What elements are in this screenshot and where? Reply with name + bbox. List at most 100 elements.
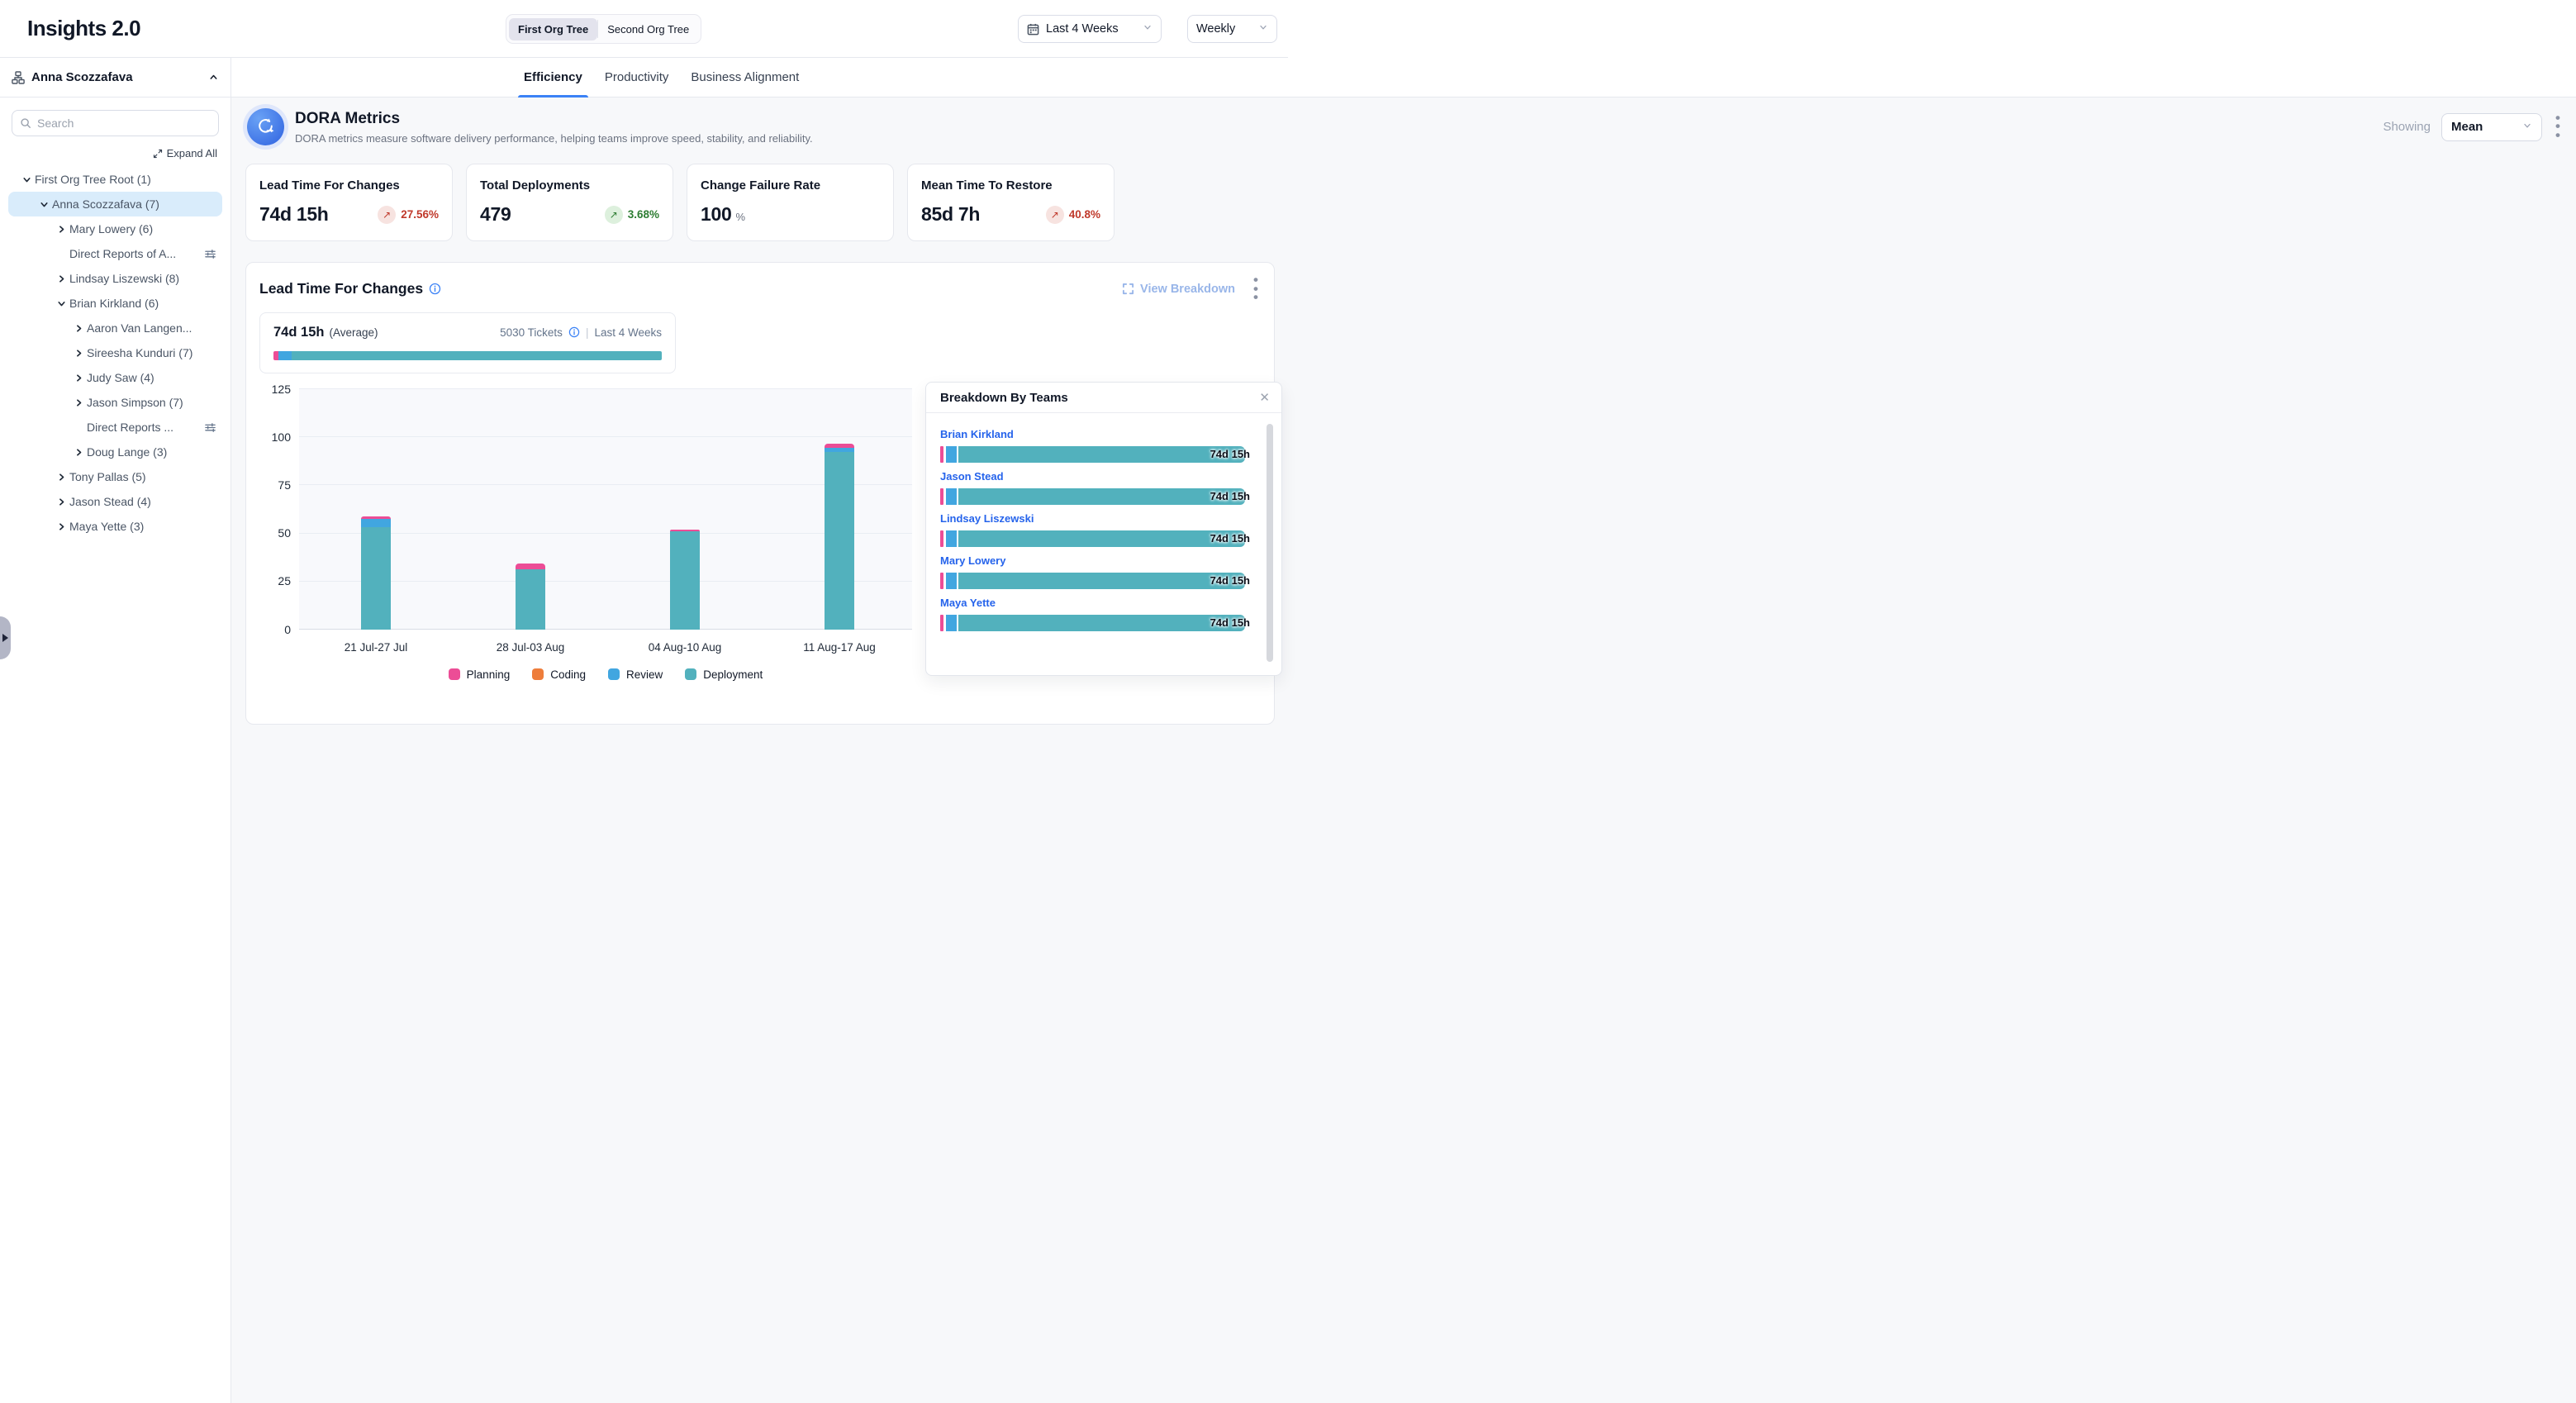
gridline-25 [299, 581, 912, 582]
filter-sliders-icon[interactable] [204, 248, 216, 260]
chevron-down-icon[interactable] [19, 174, 35, 185]
chevron-down-icon[interactable] [36, 199, 52, 210]
tree-item-judy-saw[interactable]: Judy Saw (4) [8, 365, 222, 390]
bar-segment-deployment [825, 452, 854, 629]
tab-efficiency[interactable]: Efficiency [524, 70, 582, 84]
breakdown-value: 74d 15h [1210, 574, 1250, 587]
chevron-right-icon[interactable] [54, 521, 69, 532]
info-icon[interactable] [568, 326, 580, 338]
chevron-right-icon[interactable] [54, 273, 69, 284]
chevron-right-icon[interactable] [71, 348, 87, 359]
breakdown-team-link[interactable]: Jason Stead [940, 470, 1245, 483]
dora-controls: Showing Mean ••• [2383, 113, 2563, 141]
breakdown-value: 74d 15h [1210, 616, 1250, 629]
metric-card-value: 479 [480, 203, 511, 226]
lead-time-title: Lead Time For Changes [259, 280, 441, 297]
chevron-right-icon[interactable] [71, 397, 87, 408]
chevron-down-icon[interactable] [54, 298, 69, 309]
tree-item-mary-lowery[interactable]: Mary Lowery (6) [8, 216, 222, 241]
tree-item-brian-kirkland[interactable]: Brian Kirkland (6) [8, 291, 222, 316]
expand-all-button[interactable]: Expand All [0, 147, 231, 159]
breakdown-team-link[interactable]: Maya Yette [940, 597, 1245, 609]
metric-card-title: Lead Time For Changes [259, 178, 439, 193]
tree-item-direct-reports[interactable]: Direct Reports ... [8, 415, 222, 440]
granularity-select[interactable]: Weekly [1187, 15, 1277, 43]
org-tree-sidebar: Anna Scozzafava Expand All First Org Tre… [0, 58, 231, 1403]
breakdown-scrollbar[interactable] [1267, 424, 1273, 662]
metric-change-value: 3.68% [628, 208, 659, 221]
tree-item-label: Direct Reports of A... [69, 247, 176, 260]
info-icon[interactable] [429, 283, 441, 295]
date-range-select[interactable]: Last 4 Weeks [1018, 15, 1162, 43]
breakdown-by-teams-panel: Breakdown By Teams ✕ Brian Kirkland74d 1… [925, 382, 1282, 676]
y-axis-tick-125: 125 [259, 383, 291, 396]
chevron-right-icon[interactable] [54, 224, 69, 235]
triangle-right-icon [2, 634, 8, 642]
breakdown-row-mary-lowery: Mary Lowery74d 15h [940, 554, 1245, 589]
filter-sliders-icon[interactable] [204, 421, 216, 434]
tab-bar: Efficiency Productivity Business Alignme… [231, 58, 2576, 97]
tree-item-anna-scozzafava[interactable]: Anna Scozzafava (7) [8, 192, 222, 216]
dora-header: DORA Metrics DORA metrics measure softwa… [245, 108, 2563, 145]
tree-item-label: Tony Pallas (5) [69, 470, 146, 483]
tree-item-lindsay-liszewski[interactable]: Lindsay Liszewski (8) [8, 266, 222, 291]
metric-card-total-deployments: Total Deployments479↗3.68% [466, 164, 673, 241]
breakdown-team-link[interactable]: Mary Lowery [940, 554, 1245, 567]
showing-select[interactable]: Mean [2441, 113, 2542, 141]
legend-item-planning[interactable]: Planning [449, 668, 511, 681]
dora-cycle-icon [247, 108, 284, 145]
breakdown-segment-review [946, 446, 957, 463]
lead-time-card: Lead Time For Changes View Breakdown ••• [245, 262, 1275, 725]
toggle-first-org-tree[interactable]: First Org Tree [509, 18, 597, 40]
breakdown-segment-deployment [958, 446, 1245, 463]
tab-business-alignment[interactable]: Business Alignment [691, 70, 799, 84]
tree-item-label: First Org Tree Root (1) [35, 173, 151, 186]
tree-item-direct-reports-of-a[interactable]: Direct Reports of A... [8, 241, 222, 266]
chevron-up-icon[interactable] [208, 72, 219, 83]
legend-item-coding[interactable]: Coding [532, 668, 586, 681]
breakdown-value: 74d 15h [1210, 490, 1250, 502]
sidebar-header[interactable]: Anna Scozzafava [0, 58, 231, 97]
legend-swatch-deployment [685, 668, 696, 680]
y-axis-tick-100: 100 [259, 430, 291, 444]
meta-divider: | [586, 326, 589, 339]
tree-item-first-org-tree-root[interactable]: First Org Tree Root (1) [8, 167, 222, 192]
chart-bar-1 [361, 516, 391, 629]
chevron-right-icon[interactable] [71, 447, 87, 458]
toggle-second-org-tree[interactable]: Second Org Tree [598, 18, 698, 40]
sidebar-collapse-handle[interactable] [0, 616, 11, 659]
chart-bar-4 [825, 444, 854, 630]
tree-item-jason-stead[interactable]: Jason Stead (4) [8, 489, 222, 514]
dora-kebab-menu-icon[interactable]: ••• [2553, 114, 2563, 140]
tree-item-tony-pallas[interactable]: Tony Pallas (5) [8, 464, 222, 489]
top-bar: Insights 2.0 First Org Tree Second Org T… [0, 0, 1288, 58]
tree-item-sireesha-kunduri[interactable]: Sireesha Kunduri (7) [8, 340, 222, 365]
view-breakdown-button[interactable]: View Breakdown [1122, 283, 1235, 296]
dora-title: DORA Metrics [295, 110, 813, 128]
chevron-right-icon[interactable] [71, 373, 87, 383]
chevron-right-icon[interactable] [71, 323, 87, 334]
breakdown-segment-deployment [958, 573, 1245, 589]
x-axis-label-3: 04 Aug-10 Aug [649, 641, 722, 654]
search-input[interactable] [37, 117, 211, 130]
chevron-right-icon[interactable] [54, 472, 69, 483]
tree-item-doug-lange[interactable]: Doug Lange (3) [8, 440, 222, 464]
chevron-right-icon[interactable] [54, 497, 69, 507]
metric-card-mean-time-to-restore: Mean Time To Restore85d 7h↗40.8% [907, 164, 1115, 241]
legend-item-deployment[interactable]: Deployment [685, 668, 763, 681]
legend-item-review[interactable]: Review [608, 668, 663, 681]
calendar-icon [1027, 23, 1039, 36]
metric-card-unit: % [735, 211, 745, 223]
breakdown-team-link[interactable]: Lindsay Liszewski [940, 512, 1245, 525]
breakdown-team-link[interactable]: Brian Kirkland [940, 428, 1245, 440]
tab-productivity[interactable]: Productivity [605, 70, 669, 84]
gridline-50 [299, 533, 912, 534]
lead-time-actions: View Breakdown ••• [1122, 276, 1261, 302]
close-icon[interactable]: ✕ [1259, 390, 1270, 405]
tree-item-maya-yette[interactable]: Maya Yette (3) [8, 514, 222, 539]
trend-arrow-icon: ↗ [1046, 206, 1064, 224]
granularity-value: Weekly [1196, 22, 1235, 36]
tree-item-jason-simpson[interactable]: Jason Simpson (7) [8, 390, 222, 415]
tree-item-aaron-van-langen[interactable]: Aaron Van Langen... [8, 316, 222, 340]
lead-time-kebab-menu-icon[interactable]: ••• [1251, 276, 1261, 302]
